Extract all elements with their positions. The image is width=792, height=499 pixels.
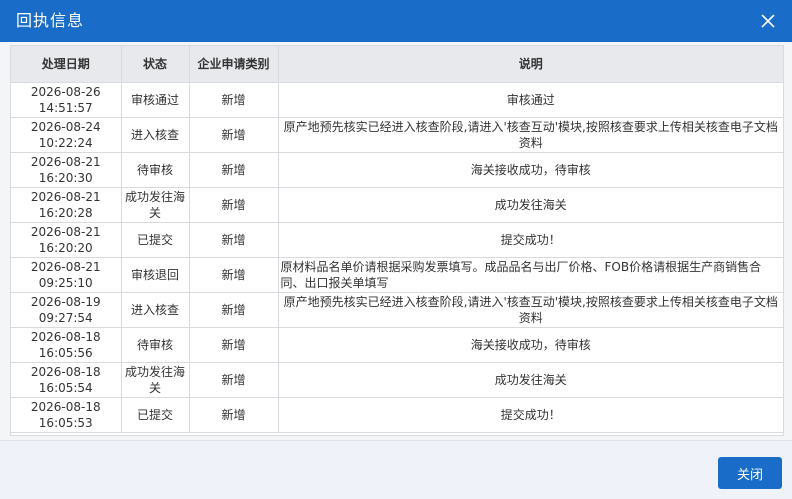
- cell-date: 2026-08-18 16:05:54: [11, 362, 122, 398]
- table-row[interactable]: 2026-08-24 10:22:24 进入核查 新增 原产地预先核实已经进入核查阶段,…: [11, 117, 783, 153]
- date-text: 2026-08-26: [30, 85, 101, 99]
- cell-note: 提交成功！: [278, 397, 783, 433]
- cell-note: 提交成功！: [278, 222, 783, 258]
- column-header-date: 处理日期: [11, 46, 122, 83]
- cell-status: 待审核: [121, 152, 190, 188]
- cell-category: 新增: [189, 117, 279, 153]
- receipt-table: 处理日期 状态 企业申请类别 说明 2026-08-26 14:51:57 审核通过…: [11, 46, 783, 433]
- cell-note: 成功发往海关: [278, 187, 783, 223]
- cell-note: 海关接收成功，待审核: [278, 152, 783, 188]
- table-row[interactable]: 2026-08-21 16:20:28 成功发往海关 新增 成功发往海关: [11, 187, 783, 223]
- table-row[interactable]: 2026-08-19 09:27:54 进入核查 新增 原产地预先核实已经进入核查阶段,…: [11, 292, 783, 328]
- cell-status: 进入核查: [121, 117, 190, 153]
- cell-date: 2026-08-19 09:27:54: [11, 292, 122, 328]
- cell-note: 原产地预先核实已经进入核查阶段,请进入'核查互动'模块,按照核查要求上传相关核查…: [278, 292, 783, 328]
- table-row[interactable]: 2026-08-21 16:20:30 待审核 新增 海关接收成功，待审核: [11, 152, 783, 188]
- table-body: 2026-08-26 14:51:57 审核通过 新增 审核通过 2026-08-24 10…: [11, 82, 783, 433]
- dialog-title: 回执信息: [16, 11, 85, 30]
- dialog-footer: 关闭: [0, 440, 792, 499]
- cell-note: 成功发往海关: [278, 362, 783, 398]
- date-text: 2026-08-21: [30, 190, 101, 204]
- cell-date: 2026-08-26 14:51:57: [11, 82, 122, 118]
- time-text: 14:51:57: [38, 101, 93, 115]
- close-icon[interactable]: [758, 11, 778, 31]
- time-text: 16:05:56: [38, 346, 93, 360]
- cell-category: 新增: [189, 397, 279, 433]
- time-text: 16:20:28: [38, 206, 93, 220]
- table-row[interactable]: 2026-08-18 16:05:53 已提交 新增 提交成功！: [11, 397, 783, 433]
- cell-category: 新增: [189, 257, 279, 293]
- cell-date: 2026-08-21 16:20:28: [11, 187, 122, 223]
- close-button[interactable]: 关闭: [718, 457, 782, 489]
- date-text: 2026-08-18: [30, 400, 101, 414]
- cell-category: 新增: [189, 82, 279, 118]
- time-text: 16:05:53: [38, 416, 93, 430]
- date-text: 2026-08-19: [30, 295, 101, 309]
- column-header-category: 企业申请类别: [189, 46, 279, 83]
- cell-category: 新增: [189, 362, 279, 398]
- cell-date: 2026-08-21 16:20:30: [11, 152, 122, 188]
- dialog-titlebar: 回执信息: [0, 0, 792, 42]
- cell-status: 已提交: [121, 397, 190, 433]
- date-text: 2026-08-21: [30, 225, 101, 239]
- table-row[interactable]: 2026-08-21 09:25:10 审核退回 新增 原材料品名单价请根据采购发票填写…: [11, 257, 783, 293]
- table-row[interactable]: 2026-08-26 14:51:57 审核通过 新增 审核通过: [11, 82, 783, 118]
- date-text: 2026-08-21: [30, 155, 101, 169]
- cell-date: 2026-08-21 16:20:20: [11, 222, 122, 258]
- dialog-content: 处理日期 状态 企业申请类别 说明 2026-08-26 14:51:57 审核通过…: [0, 42, 792, 440]
- date-text: 2026-08-18: [30, 330, 101, 344]
- cell-status: 进入核查: [121, 292, 190, 328]
- time-text: 16:20:30: [38, 171, 93, 185]
- cell-note: 原产地预先核实已经进入核查阶段,请进入'核查互动'模块,按照核查要求上传相关核查…: [278, 117, 783, 153]
- cell-date: 2026-08-21 09:25:10: [11, 257, 122, 293]
- column-header-note: 说明: [278, 46, 783, 83]
- cell-status: 审核通过: [121, 82, 190, 118]
- table-row[interactable]: 2026-08-18 16:05:54 成功发往海关 新增 成功发往海关: [11, 362, 783, 398]
- time-text: 09:25:10: [38, 276, 93, 290]
- column-header-status: 状态: [121, 46, 190, 83]
- receipt-table-container[interactable]: 处理日期 状态 企业申请类别 说明 2026-08-26 14:51:57 审核通过…: [10, 45, 784, 436]
- table-row[interactable]: 2026-08-21 16:20:20 已提交 新增 提交成功！: [11, 222, 783, 258]
- cell-status: 审核退回: [121, 257, 190, 293]
- cell-category: 新增: [189, 327, 279, 363]
- time-text: 16:20:20: [38, 241, 93, 255]
- date-text: 2026-08-18: [30, 365, 101, 379]
- cell-status: 成功发往海关: [121, 362, 190, 398]
- cell-note: 审核通过: [278, 82, 783, 118]
- cell-date: 2026-08-18 16:05:53: [11, 397, 122, 433]
- time-text: 16:05:54: [38, 381, 93, 395]
- time-text: 10:22:24: [38, 136, 93, 150]
- date-text: 2026-08-24: [30, 120, 101, 134]
- table-header-row: 处理日期 状态 企业申请类别 说明: [11, 46, 783, 83]
- cell-category: 新增: [189, 187, 279, 223]
- cell-status: 已提交: [121, 222, 190, 258]
- cell-note: 海关接收成功，待审核: [278, 327, 783, 363]
- cell-note: 原材料品名单价请根据采购发票填写。成品品名与出厂价格、FOB价格请根据生产商销售…: [278, 257, 783, 293]
- date-text: 2026-08-21: [30, 260, 101, 274]
- cell-category: 新增: [189, 152, 279, 188]
- cell-category: 新增: [189, 222, 279, 258]
- cell-category: 新增: [189, 292, 279, 328]
- cell-status: 待审核: [121, 327, 190, 363]
- time-text: 09:27:54: [38, 311, 93, 325]
- cell-date: 2026-08-24 10:22:24: [11, 117, 122, 153]
- cell-date: 2026-08-18 16:05:56: [11, 327, 122, 363]
- cell-status: 成功发往海关: [121, 187, 190, 223]
- table-row[interactable]: 2026-08-18 16:05:56 待审核 新增 海关接收成功，待审核: [11, 327, 783, 363]
